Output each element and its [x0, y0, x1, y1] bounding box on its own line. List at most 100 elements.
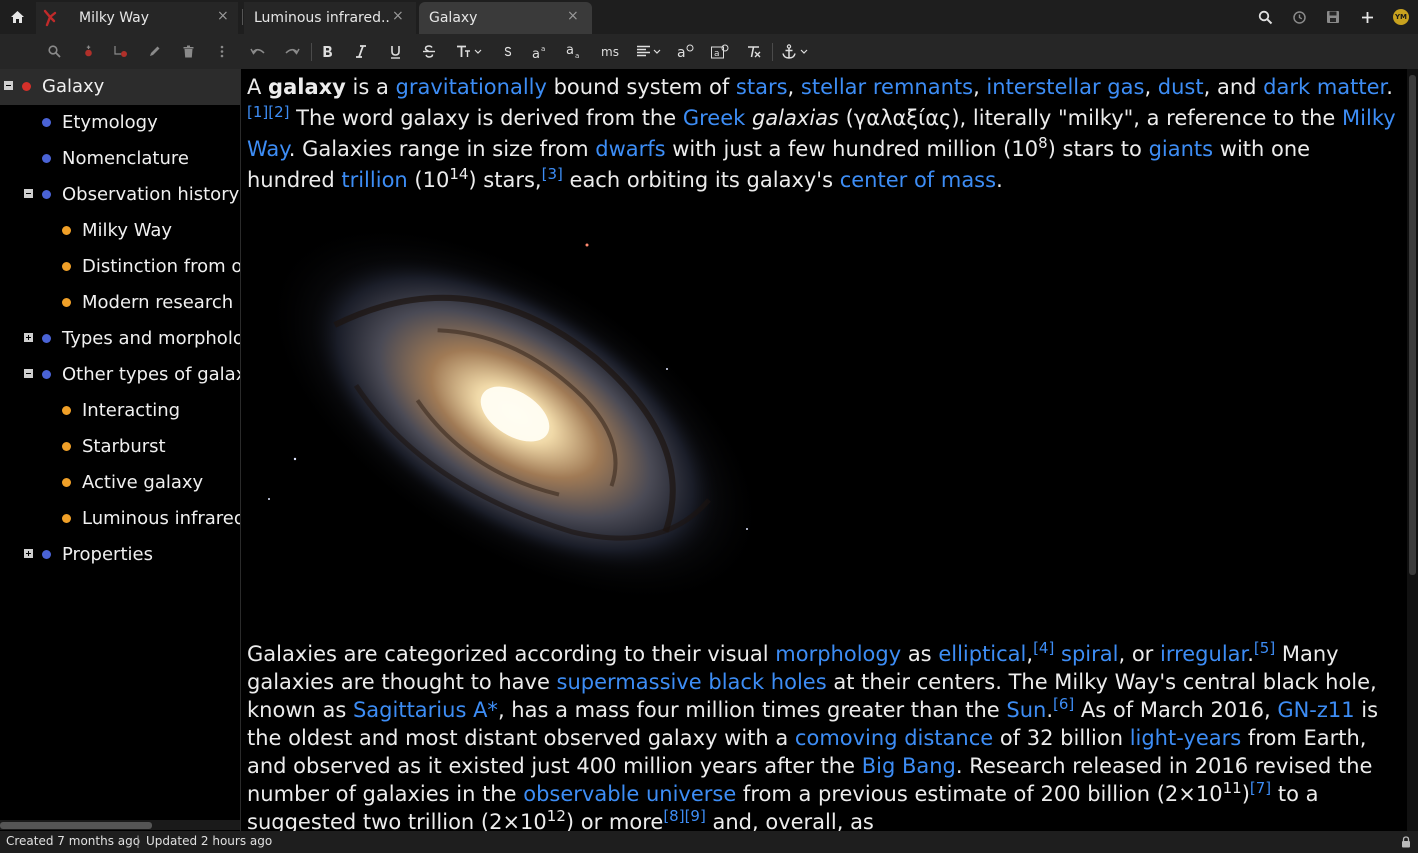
- undo-button[interactable]: [246, 34, 270, 69]
- tab-close-icon[interactable]: ×: [392, 8, 404, 24]
- wiki-link[interactable]: observable universe: [523, 782, 736, 806]
- collapse-icon[interactable]: [24, 369, 33, 378]
- tree-more-button[interactable]: [212, 34, 232, 69]
- wiki-link[interactable]: morphology: [775, 642, 901, 666]
- sidebar-horizontal-scrollbar[interactable]: [0, 820, 240, 830]
- tree-node[interactable]: Galaxy: [0, 69, 240, 105]
- collapse-icon[interactable]: [4, 81, 13, 90]
- wiki-link[interactable]: comoving distance: [795, 726, 993, 750]
- clear-formatting-button[interactable]: [742, 34, 766, 69]
- new-tab-button[interactable]: [1350, 0, 1384, 34]
- toolbar-separator: [772, 43, 773, 61]
- superscript-button[interactable]: aa: [529, 34, 551, 69]
- tree-node[interactable]: Etymology: [0, 105, 240, 141]
- wiki-link[interactable]: stars: [736, 75, 788, 99]
- citation-link[interactable]: [2]: [268, 103, 289, 121]
- wiki-link[interactable]: light-years: [1130, 726, 1242, 750]
- home-icon: [10, 11, 24, 23]
- wiki-link[interactable]: supermassive black holes: [557, 670, 827, 694]
- lock-icon[interactable]: [1401, 836, 1411, 848]
- citation-link[interactable]: [6]: [1053, 695, 1074, 713]
- italic-button[interactable]: [350, 34, 372, 69]
- scrollbar-thumb[interactable]: [0, 822, 152, 829]
- add-child-button[interactable]: [108, 34, 132, 69]
- text-run: ,: [1144, 75, 1158, 99]
- wiki-link[interactable]: dust: [1158, 75, 1204, 99]
- collapse-icon[interactable]: [24, 189, 33, 198]
- tree-node[interactable]: Other types of galaxies: [0, 357, 240, 393]
- add-sibling-button[interactable]: [76, 34, 100, 69]
- subscript-button[interactable]: aa: [563, 34, 585, 69]
- wiki-link[interactable]: Sagittarius A*: [353, 698, 498, 722]
- account-button[interactable]: YM: [1384, 0, 1418, 34]
- wiki-link[interactable]: dark matter: [1263, 75, 1386, 99]
- wiki-link[interactable]: stellar remnants: [801, 75, 973, 99]
- wiki-link[interactable]: Sun: [1006, 698, 1046, 722]
- citation-link[interactable]: [3]: [542, 165, 563, 183]
- redo-button[interactable]: [280, 34, 304, 69]
- tree-node[interactable]: Nomenclature: [0, 141, 240, 177]
- tab-galaxy[interactable]: Galaxy ×: [419, 2, 592, 34]
- scrollbar-thumb[interactable]: [1409, 75, 1416, 575]
- wiki-link[interactable]: giants: [1149, 137, 1214, 161]
- tree-node[interactable]: Distinction from other nebulae: [0, 249, 240, 285]
- tab-milky-way[interactable]: Milky Way ×: [36, 2, 238, 34]
- monospace-button[interactable]: ms: [597, 34, 623, 69]
- wiki-link[interactable]: trillion: [341, 168, 407, 192]
- citation-link[interactable]: [5]: [1254, 639, 1275, 657]
- small-caps-button[interactable]: [497, 34, 519, 69]
- tree-node[interactable]: Milky Way: [0, 213, 240, 249]
- anchor-dropdown[interactable]: [778, 34, 812, 69]
- wiki-link[interactable]: interstellar gas: [986, 75, 1144, 99]
- wiki-link[interactable]: dwarfs: [595, 137, 665, 161]
- background-color-button[interactable]: a: [708, 34, 732, 69]
- redo-icon: [285, 48, 300, 55]
- home-button[interactable]: [0, 0, 34, 34]
- tab-close-icon[interactable]: ×: [217, 8, 229, 24]
- strikethrough-button[interactable]: [418, 34, 440, 69]
- wiki-link[interactable]: elliptical: [938, 642, 1026, 666]
- tab-label: Luminous infrared...: [254, 10, 389, 26]
- history-button[interactable]: [1282, 0, 1316, 34]
- citation-link[interactable]: [9]: [685, 807, 706, 825]
- text-color-button[interactable]: a: [674, 34, 698, 69]
- tree-node[interactable]: Active galaxy: [0, 465, 240, 501]
- superscript-icon: aa: [532, 45, 545, 59]
- wiki-link[interactable]: gravitationally: [396, 75, 547, 99]
- tree-node[interactable]: Observation history: [0, 177, 240, 213]
- tree-node[interactable]: Luminous infrared galaxies: [0, 501, 240, 537]
- wiki-link[interactable]: irregular: [1160, 642, 1247, 666]
- edit-node-button[interactable]: [142, 34, 166, 69]
- citation-link[interactable]: [8]: [663, 807, 684, 825]
- wiki-link[interactable]: GN-z11: [1277, 698, 1354, 722]
- tab-close-icon[interactable]: ×: [567, 8, 579, 24]
- text-run: ): [1241, 782, 1250, 806]
- tab-luminous-infrared[interactable]: Luminous infrared... ×: [244, 2, 416, 34]
- tree-node[interactable]: Starburst: [0, 429, 240, 465]
- tree-node[interactable]: Modern research: [0, 285, 240, 321]
- search-button[interactable]: [1248, 0, 1282, 34]
- tree-node[interactable]: Properties: [0, 537, 240, 573]
- wiki-link[interactable]: Big Bang: [862, 754, 956, 778]
- tree-search-button[interactable]: [42, 34, 66, 69]
- wiki-link[interactable]: Greek: [683, 106, 745, 130]
- save-button[interactable]: [1316, 0, 1350, 34]
- tree-node[interactable]: Interacting: [0, 393, 240, 429]
- alignment-dropdown[interactable]: [632, 34, 666, 69]
- wiki-link[interactable]: spiral: [1061, 642, 1118, 666]
- bold-button[interactable]: [316, 34, 338, 69]
- wiki-link[interactable]: center of mass: [840, 168, 996, 192]
- updated-date: Updated 2 hours ago: [146, 834, 273, 848]
- underline-button[interactable]: [384, 34, 406, 69]
- tree-node[interactable]: Types and morphology: [0, 321, 240, 357]
- citation-link[interactable]: [4]: [1033, 639, 1054, 657]
- text-size-dropdown[interactable]: [452, 34, 486, 69]
- citation-link[interactable]: [1]: [247, 103, 268, 121]
- text-run: The word galaxy is derived from the: [289, 106, 683, 130]
- delete-node-button[interactable]: [176, 34, 200, 69]
- editor-vertical-scrollbar[interactable]: [1407, 69, 1418, 831]
- expand-icon[interactable]: [24, 549, 33, 558]
- expand-icon[interactable]: [24, 333, 33, 342]
- citation-link[interactable]: [7]: [1250, 779, 1271, 797]
- note-editor[interactable]: A galaxy is a gravitationally bound syst…: [241, 69, 1407, 831]
